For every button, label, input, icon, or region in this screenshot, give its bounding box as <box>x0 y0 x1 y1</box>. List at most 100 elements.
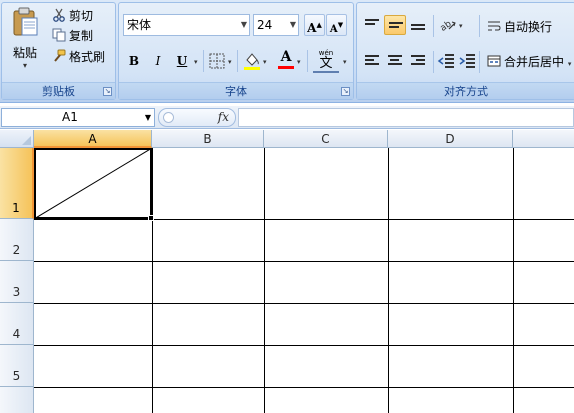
alignment-group: ab ▾ 自动换行 合并后居中 ▾ 对齐方式 <box>356 2 574 100</box>
chevron-down-icon: ▼ <box>240 20 247 29</box>
font-group-label: 字体 <box>119 82 353 99</box>
copy-label: 复制 <box>69 29 94 43</box>
chevron-down-icon[interactable]: ▾ <box>228 58 232 66</box>
separator <box>479 15 480 37</box>
align-middle-button[interactable] <box>384 15 406 35</box>
row-number: 2 <box>12 243 21 257</box>
alignment-group-label: 对齐方式 <box>357 82 574 99</box>
ribbon: 粘贴 ▾ 剪切 复制 格式刷 剪贴板 ↘ 宋体 ▼ 24 ▼ A▲ A▼ B I… <box>0 0 574 103</box>
chevron-down-icon[interactable]: ▾ <box>6 61 44 70</box>
row-header-5[interactable]: 5 <box>0 345 34 387</box>
paste-icon <box>13 7 38 36</box>
chevron-down-icon[interactable]: ▾ <box>343 58 347 66</box>
format-painter-label: 格式刷 <box>69 50 106 64</box>
chevron-down-icon[interactable]: ▾ <box>194 58 198 66</box>
row-header-4[interactable]: 4 <box>0 303 34 345</box>
merge-center-icon <box>487 55 501 67</box>
underline-button[interactable]: U <box>171 51 193 71</box>
gridline <box>34 261 574 262</box>
dialog-launcher-icon[interactable]: ↘ <box>103 87 112 96</box>
bold-button[interactable]: B <box>123 51 145 71</box>
row-number: 3 <box>12 285 21 299</box>
name-box-value: A1 <box>62 110 78 124</box>
resize-handle-icon[interactable] <box>163 112 174 123</box>
font-group: 宋体 ▼ 24 ▼ A▲ A▼ B I U ▾ ▾ ▾ A ▾ wén 文 ▾ … <box>118 2 354 100</box>
orientation-icon[interactable]: ab <box>439 17 457 33</box>
shrink-font-button[interactable]: A▼ <box>326 14 347 36</box>
chevron-down-icon[interactable]: ▾ <box>297 58 301 66</box>
column-header-c[interactable]: C <box>264 130 388 148</box>
align-left-button[interactable] <box>361 51 383 71</box>
align-bottom-icon <box>411 24 425 36</box>
italic-button[interactable]: I <box>147 51 169 71</box>
insert-function-button[interactable]: fx <box>218 109 229 126</box>
wrap-text-button[interactable]: 自动换行 <box>487 17 552 37</box>
phonetic-label: 文 <box>313 57 339 73</box>
border-icon[interactable] <box>209 53 225 69</box>
copy-icon <box>52 28 66 42</box>
chevron-down-icon[interactable]: ▾ <box>459 22 463 30</box>
font-color-swatch <box>278 66 294 69</box>
align-bottom-button[interactable] <box>407 15 429 35</box>
dialog-launcher-icon[interactable]: ↘ <box>341 87 350 96</box>
chevron-down-icon[interactable]: ▾ <box>263 58 267 66</box>
gridline <box>34 303 574 304</box>
format-painter-button[interactable]: 格式刷 <box>52 48 105 66</box>
column-header-d[interactable]: D <box>388 130 513 148</box>
separator <box>237 50 238 72</box>
cut-button[interactable]: 剪切 <box>52 7 93 25</box>
row-number: 4 <box>12 327 21 341</box>
gridline <box>388 148 389 413</box>
font-size-select[interactable]: 24 ▼ <box>253 14 299 36</box>
fill-color-icon[interactable] <box>243 51 261 71</box>
separator <box>433 15 434 37</box>
gridline <box>34 345 574 346</box>
row-number: 5 <box>12 369 21 383</box>
copy-button[interactable]: 复制 <box>52 27 93 45</box>
paste-button[interactable]: 粘贴 ▾ <box>6 6 44 78</box>
column-header-e[interactable] <box>513 130 574 148</box>
wrap-text-label: 自动换行 <box>504 20 553 34</box>
row-header-2[interactable]: 2 <box>0 219 34 261</box>
wrap-text-icon <box>488 21 501 31</box>
row-header-1[interactable]: 1 <box>0 148 34 219</box>
clipboard-group-label: 剪贴板 <box>2 82 115 99</box>
font-name-value: 宋体 <box>127 18 152 32</box>
column-header-b[interactable]: B <box>152 130 264 148</box>
row-header-6[interactable] <box>0 387 34 413</box>
separator <box>433 51 434 73</box>
select-all-button[interactable] <box>0 130 34 148</box>
clipboard-group: 粘贴 ▾ 剪切 复制 格式刷 剪贴板 ↘ <box>1 2 116 100</box>
grow-font-button[interactable]: A▲ <box>304 14 325 36</box>
font-name-select[interactable]: 宋体 ▼ <box>123 14 250 36</box>
align-left-icon <box>365 55 379 67</box>
align-right-button[interactable] <box>407 51 429 71</box>
align-center-button[interactable] <box>384 51 406 71</box>
align-top-button[interactable] <box>361 15 383 35</box>
merge-center-button[interactable]: 合并后居中 ▾ <box>487 52 571 72</box>
chevron-down-icon[interactable]: ▼ <box>145 109 151 126</box>
merge-center-label: 合并后居中 <box>504 55 565 69</box>
chevron-down-icon: ▼ <box>289 20 296 29</box>
cell-a1-selected[interactable] <box>34 148 154 221</box>
cut-label: 剪切 <box>69 9 94 23</box>
decrease-indent-icon[interactable] <box>437 53 455 69</box>
gridline <box>34 219 574 220</box>
font-size-value: 24 <box>257 18 273 32</box>
separator <box>307 50 308 72</box>
formula-input[interactable] <box>238 108 574 127</box>
align-right-icon <box>411 55 425 67</box>
fill-handle[interactable] <box>148 215 154 221</box>
font-color-icon: A <box>280 49 292 65</box>
row-header-3[interactable]: 3 <box>0 261 34 303</box>
name-box[interactable]: A1 ▼ <box>1 108 155 127</box>
font-color-button[interactable]: A <box>277 49 295 71</box>
paste-label: 粘贴 <box>12 46 37 60</box>
gridline <box>264 148 265 413</box>
column-header-a[interactable]: A <box>34 130 152 148</box>
separator <box>479 51 480 73</box>
worksheet-grid[interactable]: A B C D 1 2 3 4 5 <box>0 130 574 413</box>
increase-indent-icon[interactable] <box>458 53 476 69</box>
phonetic-guide-button[interactable]: wén 文 <box>313 49 339 73</box>
align-center-icon <box>388 55 402 67</box>
